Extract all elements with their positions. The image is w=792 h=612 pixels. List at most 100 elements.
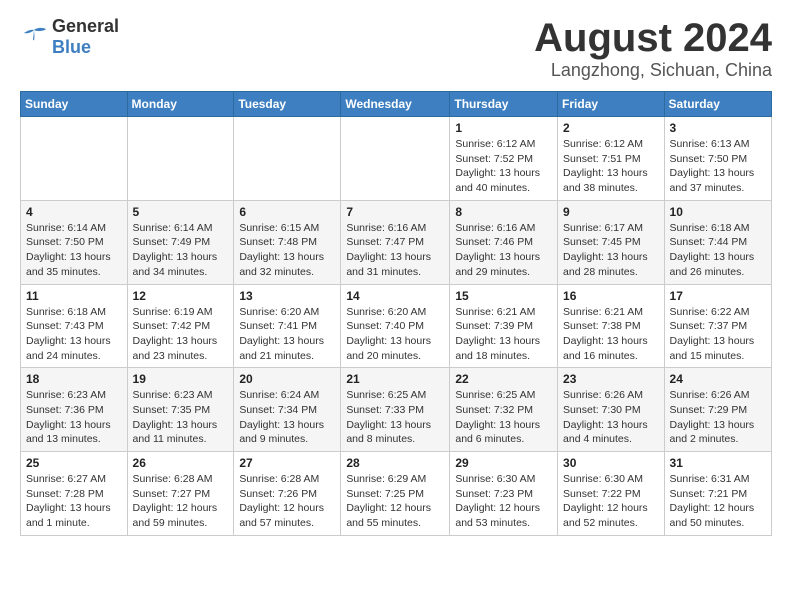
- day-info: Sunrise: 6:30 AMSunset: 7:23 PMDaylight:…: [455, 472, 552, 531]
- day-info: Sunrise: 6:18 AMSunset: 7:44 PMDaylight:…: [670, 221, 766, 280]
- day-number: 11: [26, 289, 122, 303]
- calendar-cell: [341, 117, 450, 201]
- week-row-4: 18 Sunrise: 6:23 AMSunset: 7:36 PMDayligh…: [21, 368, 772, 452]
- calendar-cell: 15 Sunrise: 6:21 AMSunset: 7:39 PMDayligh…: [450, 284, 558, 368]
- calendar-cell: 20 Sunrise: 6:24 AMSunset: 7:34 PMDayligh…: [234, 368, 341, 452]
- day-number: 12: [133, 289, 229, 303]
- day-info: Sunrise: 6:20 AMSunset: 7:40 PMDaylight:…: [346, 305, 444, 364]
- day-info: Sunrise: 6:13 AMSunset: 7:50 PMDaylight:…: [670, 137, 766, 196]
- calendar-cell: 29 Sunrise: 6:30 AMSunset: 7:23 PMDayligh…: [450, 452, 558, 536]
- day-info: Sunrise: 6:30 AMSunset: 7:22 PMDaylight:…: [563, 472, 659, 531]
- logo-text: General Blue: [52, 16, 119, 58]
- day-info: Sunrise: 6:27 AMSunset: 7:28 PMDaylight:…: [26, 472, 122, 531]
- day-number: 31: [670, 456, 766, 470]
- day-info: Sunrise: 6:23 AMSunset: 7:36 PMDaylight:…: [26, 388, 122, 447]
- main-title: August 2024: [534, 16, 772, 60]
- logo-general: General: [52, 16, 119, 36]
- calendar-cell: 31 Sunrise: 6:31 AMSunset: 7:21 PMDayligh…: [664, 452, 771, 536]
- day-info: Sunrise: 6:22 AMSunset: 7:37 PMDaylight:…: [670, 305, 766, 364]
- calendar-cell: [234, 117, 341, 201]
- calendar-cell: 30 Sunrise: 6:30 AMSunset: 7:22 PMDayligh…: [558, 452, 665, 536]
- calendar-cell: 23Sunrise: 6:26 AMSunset: 7:30 PMDayligh…: [558, 368, 665, 452]
- day-number: 28: [346, 456, 444, 470]
- day-info: Sunrise: 6:24 AMSunset: 7:34 PMDaylight:…: [239, 388, 335, 447]
- calendar-cell: 11 Sunrise: 6:18 AMSunset: 7:43 PMDayligh…: [21, 284, 128, 368]
- calendar-cell: 13 Sunrise: 6:20 AMSunset: 7:41 PMDayligh…: [234, 284, 341, 368]
- calendar-cell: 5Sunrise: 6:14 AMSunset: 7:49 PMDaylight…: [127, 200, 234, 284]
- day-number: 19: [133, 372, 229, 386]
- day-number: 4: [26, 205, 122, 219]
- calendar-cell: 6Sunrise: 6:15 AMSunset: 7:48 PMDaylight…: [234, 200, 341, 284]
- calendar-cell: 28 Sunrise: 6:29 AMSunset: 7:25 PMDayligh…: [341, 452, 450, 536]
- week-row-3: 11 Sunrise: 6:18 AMSunset: 7:43 PMDayligh…: [21, 284, 772, 368]
- calendar-cell: [127, 117, 234, 201]
- day-number: 3: [670, 121, 766, 135]
- day-info: Sunrise: 6:28 AMSunset: 7:26 PMDaylight:…: [239, 472, 335, 531]
- day-info: Sunrise: 6:25 AMSunset: 7:32 PMDaylight:…: [455, 388, 552, 447]
- calendar-cell: 18 Sunrise: 6:23 AMSunset: 7:36 PMDayligh…: [21, 368, 128, 452]
- day-info: Sunrise: 6:17 AMSunset: 7:45 PMDaylight:…: [563, 221, 659, 280]
- column-header-tuesday: Tuesday: [234, 92, 341, 117]
- column-header-thursday: Thursday: [450, 92, 558, 117]
- header: General Blue August 2024 Langzhong, Sich…: [20, 16, 772, 81]
- subtitle: Langzhong, Sichuan, China: [534, 60, 772, 81]
- calendar-cell: 2Sunrise: 6:12 AMSunset: 7:51 PMDaylight…: [558, 117, 665, 201]
- day-number: 14: [346, 289, 444, 303]
- column-header-saturday: Saturday: [664, 92, 771, 117]
- day-number: 8: [455, 205, 552, 219]
- day-number: 2: [563, 121, 659, 135]
- calendar-cell: 16 Sunrise: 6:21 AMSunset: 7:38 PMDayligh…: [558, 284, 665, 368]
- day-number: 20: [239, 372, 335, 386]
- day-number: 23: [563, 372, 659, 386]
- day-info: Sunrise: 6:19 AMSunset: 7:42 PMDaylight:…: [133, 305, 229, 364]
- calendar-cell: 8 Sunrise: 6:16 AMSunset: 7:46 PMDaylight…: [450, 200, 558, 284]
- column-header-sunday: Sunday: [21, 92, 128, 117]
- calendar-cell: 12 Sunrise: 6:19 AMSunset: 7:42 PMDayligh…: [127, 284, 234, 368]
- day-number: 9: [563, 205, 659, 219]
- day-info: Sunrise: 6:12 AMSunset: 7:52 PMDaylight:…: [455, 137, 552, 196]
- calendar-cell: 1 Sunrise: 6:12 AMSunset: 7:52 PMDaylight…: [450, 117, 558, 201]
- day-info: Sunrise: 6:14 AMSunset: 7:49 PMDaylight:…: [133, 221, 229, 280]
- day-number: 22: [455, 372, 552, 386]
- calendar-cell: 27Sunrise: 6:28 AMSunset: 7:26 PMDayligh…: [234, 452, 341, 536]
- day-number: 25: [26, 456, 122, 470]
- day-info: Sunrise: 6:20 AMSunset: 7:41 PMDaylight:…: [239, 305, 335, 364]
- logo-bird-icon: [20, 26, 48, 48]
- calendar-cell: 25 Sunrise: 6:27 AMSunset: 7:28 PMDayligh…: [21, 452, 128, 536]
- day-number: 17: [670, 289, 766, 303]
- day-number: 18: [26, 372, 122, 386]
- week-row-1: 1 Sunrise: 6:12 AMSunset: 7:52 PMDaylight…: [21, 117, 772, 201]
- column-header-monday: Monday: [127, 92, 234, 117]
- calendar-table: SundayMondayTuesdayWednesdayThursdayFrid…: [20, 91, 772, 536]
- day-info: Sunrise: 6:31 AMSunset: 7:21 PMDaylight:…: [670, 472, 766, 531]
- calendar-cell: 7Sunrise: 6:16 AMSunset: 7:47 PMDaylight…: [341, 200, 450, 284]
- calendar-cell: [21, 117, 128, 201]
- day-number: 16: [563, 289, 659, 303]
- calendar-cell: 26 Sunrise: 6:28 AMSunset: 7:27 PMDayligh…: [127, 452, 234, 536]
- day-info: Sunrise: 6:21 AMSunset: 7:38 PMDaylight:…: [563, 305, 659, 364]
- day-number: 26: [133, 456, 229, 470]
- calendar-cell: 21 Sunrise: 6:25 AMSunset: 7:33 PMDayligh…: [341, 368, 450, 452]
- day-number: 30: [563, 456, 659, 470]
- day-info: Sunrise: 6:15 AMSunset: 7:48 PMDaylight:…: [239, 221, 335, 280]
- day-info: Sunrise: 6:18 AMSunset: 7:43 PMDaylight:…: [26, 305, 122, 364]
- week-row-2: 4Sunrise: 6:14 AMSunset: 7:50 PMDaylight…: [21, 200, 772, 284]
- day-info: Sunrise: 6:28 AMSunset: 7:27 PMDaylight:…: [133, 472, 229, 531]
- calendar-header-row: SundayMondayTuesdayWednesdayThursdayFrid…: [21, 92, 772, 117]
- day-number: 10: [670, 205, 766, 219]
- day-number: 15: [455, 289, 552, 303]
- day-number: 1: [455, 121, 552, 135]
- day-info: Sunrise: 6:25 AMSunset: 7:33 PMDaylight:…: [346, 388, 444, 447]
- day-info: Sunrise: 6:26 AMSunset: 7:29 PMDaylight:…: [670, 388, 766, 447]
- day-info: Sunrise: 6:16 AMSunset: 7:46 PMDaylight:…: [455, 221, 552, 280]
- day-number: 29: [455, 456, 552, 470]
- calendar-cell: 3 Sunrise: 6:13 AMSunset: 7:50 PMDaylight…: [664, 117, 771, 201]
- day-info: Sunrise: 6:21 AMSunset: 7:39 PMDaylight:…: [455, 305, 552, 364]
- calendar-cell: 4Sunrise: 6:14 AMSunset: 7:50 PMDaylight…: [21, 200, 128, 284]
- day-info: Sunrise: 6:29 AMSunset: 7:25 PMDaylight:…: [346, 472, 444, 531]
- title-area: August 2024 Langzhong, Sichuan, China: [534, 16, 772, 81]
- logo-blue: Blue: [52, 37, 91, 57]
- calendar-cell: 14 Sunrise: 6:20 AMSunset: 7:40 PMDayligh…: [341, 284, 450, 368]
- day-number: 13: [239, 289, 335, 303]
- day-number: 21: [346, 372, 444, 386]
